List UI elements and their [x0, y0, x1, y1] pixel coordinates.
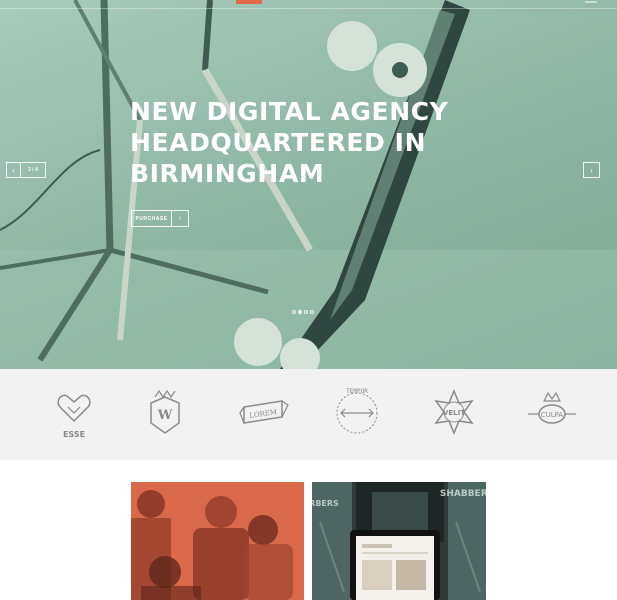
barbershop-photo-card[interactable]: SHABBERS RBERS	[312, 482, 486, 600]
team-photo	[131, 482, 304, 600]
logo-esse-text: ESSE	[63, 430, 85, 439]
heart-emblem-icon: ESSE	[57, 394, 91, 439]
hero-headline-line-1: NEW DIGITAL AGENCY	[130, 97, 449, 126]
slider-dot-4[interactable]	[310, 310, 314, 314]
logo-velit-text: VELIT	[443, 409, 465, 417]
logo-w: W	[135, 383, 195, 443]
hero-slider: NEW DIGITAL AGENCY HEADQUARTERED IN BIRM…	[0, 0, 617, 369]
slider-pagination	[292, 310, 314, 314]
star-badge-icon: VELIT	[434, 389, 474, 435]
arrow-circle-icon: TEMPOR	[336, 388, 378, 434]
barbershop-photo: SHABBERS RBERS	[312, 482, 486, 600]
next-slide-button[interactable]: ›	[583, 162, 600, 178]
logo-esse: ESSE	[44, 383, 104, 443]
shield-icon: W	[150, 389, 180, 434]
logo-culpa: CULPA	[522, 383, 582, 443]
logo-tempor: TEMPOR	[327, 383, 387, 443]
shop-sign-left: RBERS	[312, 499, 339, 508]
crown-emblem-icon: CULPA	[528, 391, 576, 424]
slider-dot-3[interactable]	[304, 310, 308, 314]
slide-counter: 2 / 4	[28, 167, 38, 173]
logo-culpa-text: CULPA	[541, 411, 564, 419]
previous-slide-button[interactable]: ‹	[7, 163, 21, 177]
top-navigation-bar	[0, 0, 617, 9]
site-logo[interactable]	[236, 0, 262, 4]
menu-icon[interactable]	[585, 1, 597, 3]
purchase-button-label: PURCHASE	[132, 211, 172, 226]
logo-tempor-text: TEMPOR	[346, 388, 368, 395]
client-logos-strip: ESSE W LOREM TEMPOR VELIT CULPA	[0, 369, 617, 460]
hero-headline: NEW DIGITAL AGENCY HEADQUARTERED IN BIRM…	[130, 96, 460, 189]
chevron-right-icon: ›	[178, 215, 182, 222]
team-photo-card[interactable]	[131, 482, 304, 600]
slider-dot-1[interactable]	[292, 310, 296, 314]
slider-controls: ‹ 2 / 4	[6, 162, 46, 178]
purchase-button[interactable]: PURCHASE ›	[131, 210, 189, 227]
hero-headline-line-2: HEADQUARTERED IN	[130, 128, 427, 157]
logo-velit: VELIT	[424, 383, 484, 443]
hero-headline-line-3: BIRMINGHAM	[130, 159, 325, 188]
shop-sign-right: SHABBERS	[440, 489, 486, 499]
logo-lorem: LOREM	[234, 383, 294, 443]
slider-dot-2[interactable]	[298, 310, 302, 314]
logo-w-text: W	[157, 408, 173, 423]
ribbon-banner-icon: LOREM	[239, 400, 289, 424]
